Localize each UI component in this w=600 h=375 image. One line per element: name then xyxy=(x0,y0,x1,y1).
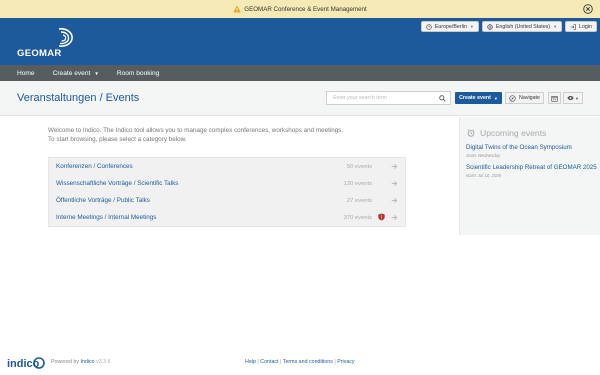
category-row[interactable]: Wissenschaftliche Vorträge / Scientific … xyxy=(49,175,405,192)
category-event-count: 120 events xyxy=(343,180,372,187)
geomar-logo[interactable]: GEOMAR xyxy=(17,26,82,60)
chevron-down-icon: ▼ xyxy=(469,24,474,29)
page-title: Veranstaltungen / Events xyxy=(17,92,140,104)
upcoming-event-item[interactable]: Digital Twins of the Ocean Symposium sta… xyxy=(466,144,572,158)
announcement-text: GEOMAR Conference & Event Management xyxy=(244,5,367,13)
category-event-count: 370 events xyxy=(343,214,372,221)
footer-separator: | xyxy=(334,359,336,365)
category-event-count: 50 events xyxy=(346,163,372,170)
chevron-down-icon: ▼ xyxy=(553,24,558,29)
category-name[interactable]: Öffentliche Vorträge / Public Talks xyxy=(56,197,150,204)
language-label: English (United States) xyxy=(495,23,551,30)
nav-create-event-label: Create event xyxy=(52,69,91,77)
category-event-count: 27 events xyxy=(346,197,372,204)
indico-version: v3.3.6 xyxy=(96,359,111,365)
alarm-clock-icon xyxy=(467,129,475,137)
category-name[interactable]: Konferenzen / Conferences xyxy=(56,163,133,170)
indico-link[interactable]: Indico xyxy=(80,359,94,365)
language-selector[interactable]: English (United States) ▼ xyxy=(481,21,563,32)
shield-icon xyxy=(378,213,385,221)
category-titlebar: Veranstaltungen / Events Enter your sear… xyxy=(0,81,600,116)
category-name[interactable]: Wissenschaftliche Vorträge / Scientific … xyxy=(56,180,178,187)
search-icon[interactable] xyxy=(439,95,446,102)
warning-icon xyxy=(233,5,241,13)
category-name[interactable]: Interne Meetings / Internal Meetings xyxy=(56,214,156,221)
footer-link-terms[interactable]: Terms and conditions xyxy=(283,359,333,365)
upcoming-events-panel: Upcoming events Digital Twins of the Oce… xyxy=(459,117,600,235)
powered-by: Powered by Indico v3.3.6 xyxy=(51,359,111,365)
login-icon xyxy=(570,23,576,30)
search-input[interactable]: Enter your search term xyxy=(326,91,451,105)
nav-home-label: Home xyxy=(17,69,35,77)
upcoming-event-title[interactable]: Digital Twins of the Ocean Symposium xyxy=(466,144,572,151)
view-options-button[interactable]: ▼ xyxy=(563,92,583,104)
calendar-icon xyxy=(551,95,558,102)
footer-separator: | xyxy=(280,359,282,365)
create-event-button[interactable]: Create event ▼ xyxy=(455,92,502,104)
category-list: Konferenzen / Conferences 50 events Wiss… xyxy=(48,157,406,227)
calendar-button[interactable] xyxy=(548,92,561,104)
footer-links: Help | Contact | Terms and conditions | … xyxy=(245,359,355,365)
footer-link-help[interactable]: Help xyxy=(245,359,256,365)
nav-room-booking-label: Room booking xyxy=(116,69,160,77)
chevron-down-icon: ▼ xyxy=(575,95,579,101)
nav-room-booking[interactable]: Room booking xyxy=(117,70,160,77)
category-row[interactable]: Öffentliche Vorträge / Public Talks 27 e… xyxy=(49,192,405,209)
chevron-down-icon: ▼ xyxy=(94,70,99,76)
geomar-wave-logo-icon xyxy=(58,28,73,47)
header-controls: Europe/Berlin ▼ English (United States) … xyxy=(420,21,597,32)
search-placeholder: Enter your search term xyxy=(333,95,387,101)
timezone-label: Europe/Berlin xyxy=(434,23,467,30)
upcoming-heading-text: Upcoming events xyxy=(480,128,547,138)
close-circle-icon[interactable] xyxy=(583,4,593,14)
footer-link-privacy[interactable]: Privacy xyxy=(337,359,354,365)
upcoming-event-date: starts Jul 10, 2025 xyxy=(466,173,502,178)
welcome-text: Welcome to Indico. The Indico tool allow… xyxy=(48,126,343,144)
upcoming-event-item[interactable]: Scientific Leadership Retreat of GEOMAR … xyxy=(466,164,597,178)
upcoming-events-heading: Upcoming events xyxy=(467,128,546,138)
category-row[interactable]: Konferenzen / Conferences 50 events xyxy=(49,158,405,175)
chevron-down-icon: ▼ xyxy=(493,95,498,101)
login-label: Login xyxy=(579,23,592,30)
welcome-line-1: Welcome to Indico. The Indico tool allow… xyxy=(48,127,344,134)
site-footer: indico Powered by Indico v3.3.6 Help | C… xyxy=(0,350,600,375)
eye-icon xyxy=(567,95,574,101)
arrow-right-icon[interactable] xyxy=(391,180,398,187)
login-button[interactable]: Login xyxy=(565,21,597,32)
upcoming-event-title[interactable]: Scientific Leadership Retreat of GEOMAR … xyxy=(466,164,597,171)
navigate-button[interactable]: Navigate xyxy=(505,92,544,104)
compass-icon xyxy=(509,94,516,102)
footer-separator: | xyxy=(257,359,259,365)
arrow-right-icon[interactable] xyxy=(391,197,398,204)
category-row[interactable]: Interne Meetings / Internal Meetings 370… xyxy=(49,209,405,226)
create-event-label: Create event xyxy=(459,95,491,101)
clock-icon xyxy=(426,23,432,30)
welcome-line-2: To start browsing, please select a categ… xyxy=(48,136,187,143)
indico-logo[interactable]: indico xyxy=(7,356,45,370)
logo-text: GEOMAR xyxy=(17,48,62,59)
nav-home[interactable]: Home xyxy=(17,70,35,77)
nav-create-event[interactable]: Create event ▼ xyxy=(53,70,99,77)
upcoming-event-date: starts Wednesday xyxy=(466,153,501,158)
main-nav: Home Create event ▼ Room booking xyxy=(0,65,600,81)
globe-icon xyxy=(487,23,493,30)
navigate-label: Navigate xyxy=(519,95,540,101)
timezone-selector[interactable]: Europe/Berlin ▼ xyxy=(420,21,479,32)
powered-by-text: Powered by xyxy=(51,359,79,365)
footer-link-contact[interactable]: Contact xyxy=(260,359,278,365)
site-header: GEOMAR Europe/Berlin ▼ English (United S… xyxy=(0,18,600,65)
arrow-right-icon[interactable] xyxy=(391,163,398,170)
announcement-bar: GEOMAR Conference & Event Management xyxy=(0,0,600,18)
arrow-right-icon[interactable] xyxy=(391,214,398,221)
